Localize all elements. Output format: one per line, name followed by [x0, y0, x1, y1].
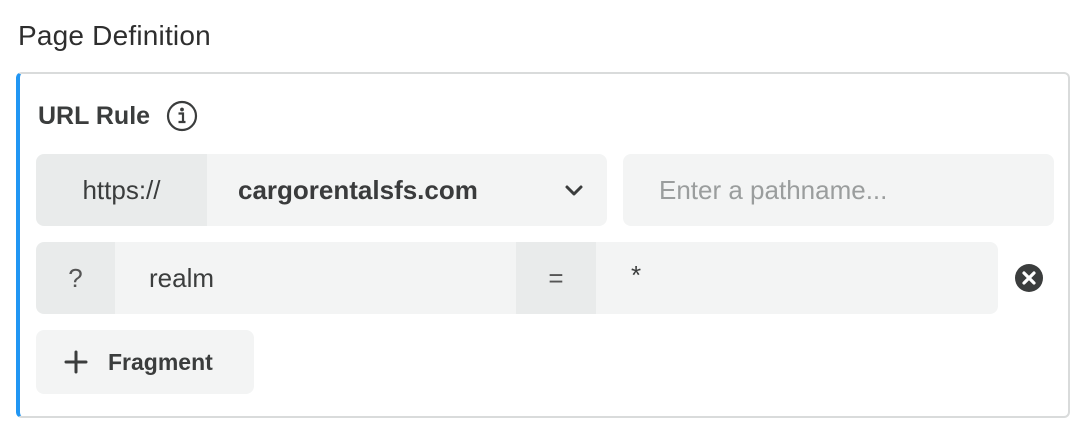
- query-operator: =: [516, 242, 596, 314]
- query-key-input[interactable]: realm: [115, 242, 516, 314]
- query-prefix: ?: [36, 242, 115, 314]
- chevron-down-icon: [563, 179, 585, 201]
- url-rule-panel: URL Rule https:// cargorentalsfs.com ? r…: [16, 72, 1070, 418]
- query-param-row: ? realm = *: [36, 242, 998, 314]
- url-rule-title: URL Rule: [38, 101, 151, 130]
- domain-select[interactable]: cargorentalsfs.com: [207, 154, 607, 226]
- info-icon[interactable]: [166, 100, 198, 132]
- add-fragment-button[interactable]: Fragment: [36, 330, 254, 394]
- domain-value: cargorentalsfs.com: [238, 174, 478, 205]
- url-rule-header: URL Rule: [38, 100, 198, 132]
- section-title: Page Definition: [18, 20, 211, 51]
- pathname-input[interactable]: [623, 154, 1054, 226]
- close-circle-icon: [1015, 264, 1043, 292]
- query-value-input[interactable]: *: [596, 242, 998, 314]
- add-fragment-label: Fragment: [108, 348, 213, 375]
- plus-icon: [64, 350, 88, 374]
- url-row: https:// cargorentalsfs.com: [36, 154, 1054, 226]
- remove-query-param-button[interactable]: [1014, 263, 1044, 293]
- protocol-label: https://: [36, 154, 207, 226]
